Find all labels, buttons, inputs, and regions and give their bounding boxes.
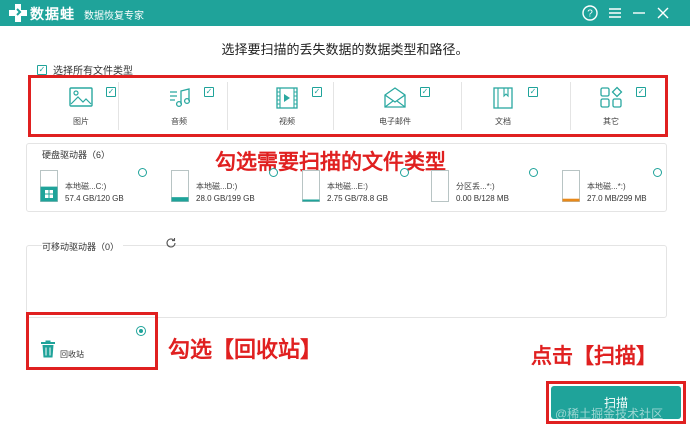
file-type-documents-label: 文档 [495, 117, 511, 126]
drive-radio[interactable] [529, 168, 538, 177]
app-logo-icon [9, 4, 27, 22]
drive-size: 27.0 MB/299 MB [587, 194, 647, 203]
drive-size: 0.00 B/128 MB [456, 194, 509, 203]
drive-name: 本地磁...D:) [196, 182, 238, 191]
drive-icon [431, 170, 449, 202]
drive-usage-fill [171, 197, 189, 202]
drive-size: 2.75 GB/78.8 GB [327, 194, 388, 203]
drive-item[interactable]: 分区丢...*:) 0.00 B/128 MB [431, 168, 561, 208]
file-type-other-checkbox[interactable]: ✓ [636, 87, 646, 97]
file-type-video[interactable]: ✓ 视频 [246, 80, 341, 130]
annotation-click-scan: 点击【扫描】 [531, 345, 657, 368]
file-type-video-label: 视频 [279, 117, 295, 126]
drive-size: 28.0 GB/199 GB [196, 194, 255, 203]
file-type-images[interactable]: ✓ 图片 [40, 80, 135, 130]
file-type-email[interactable]: ✓ 电子邮件 [354, 80, 449, 130]
video-icon [276, 87, 298, 109]
trash-icon[interactable] [40, 340, 56, 358]
drive-item[interactable]: 本地磁...D:) 28.0 GB/199 GB [171, 168, 301, 208]
file-type-audio[interactable]: ✓ 音频 [138, 80, 233, 130]
file-type-video-checkbox[interactable]: ✓ [312, 87, 322, 97]
recycle-bin-label[interactable]: 回收站 [60, 349, 84, 360]
page-heading: 选择要扫描的丢失数据的数据类型和路径。 [221, 42, 469, 57]
drive-radio[interactable] [138, 168, 147, 177]
menu-icon[interactable] [606, 4, 624, 22]
file-type-other-label: 其它 [603, 117, 619, 126]
drive-usage-fill [40, 186, 58, 202]
refresh-icon[interactable] [165, 237, 177, 249]
file-type-audio-checkbox[interactable]: ✓ [204, 87, 214, 97]
document-icon [493, 87, 513, 109]
annotation-select-recycle: 勾选【回收站】 [168, 337, 323, 362]
hard-drives-title: 硬盘驱动器（6） [42, 150, 111, 160]
file-type-documents[interactable]: ✓ 文档 [462, 80, 557, 130]
file-type-other[interactable]: ✓ 其它 [570, 80, 665, 130]
file-type-images-label: 图片 [73, 117, 89, 126]
watermark: @稀土掘金技术社区 [555, 407, 664, 421]
drive-icon [40, 170, 58, 202]
close-icon[interactable] [654, 4, 672, 22]
drive-radio[interactable] [400, 168, 409, 177]
minimize-icon[interactable] [630, 4, 648, 22]
other-icon [600, 86, 623, 108]
file-type-email-checkbox[interactable]: ✓ [420, 87, 430, 97]
drive-name: 本地磁...*:) [587, 182, 626, 191]
file-type-audio-label: 音频 [171, 117, 187, 126]
help-icon[interactable]: ? [581, 4, 599, 22]
drive-name: 本地磁...C:) [65, 182, 107, 191]
audio-icon [170, 88, 191, 108]
removable-drives-title: 可移动驱动器（0） [42, 240, 124, 253]
drive-item[interactable]: 本地磁...*:) 27.0 MB/299 MB [562, 168, 690, 208]
help-glyph: ? [587, 9, 593, 20]
app-subtitle: 数据恢复专家 [84, 11, 144, 22]
file-type-documents-checkbox[interactable]: ✓ [528, 87, 538, 97]
drive-name: 分区丢...*:) [456, 182, 495, 191]
drive-icon [302, 170, 320, 202]
app-name: 数据蛙 [30, 6, 75, 22]
image-icon [69, 87, 93, 107]
select-all-check-icon[interactable]: ✓ [37, 64, 47, 75]
drive-icon [171, 170, 189, 202]
drive-size: 57.4 GB/120 GB [65, 194, 124, 203]
title-bar: 数据蛙 数据恢复专家 ? [0, 0, 690, 26]
divider [333, 82, 334, 130]
drive-radio[interactable] [653, 168, 662, 177]
drive-usage-fill [302, 199, 320, 202]
drive-icon [562, 170, 580, 202]
file-type-email-label: 电子邮件 [379, 117, 411, 126]
drive-item[interactable]: 本地磁...C:) 57.4 GB/120 GB [40, 168, 170, 208]
divider [118, 82, 119, 130]
drive-item[interactable]: 本地磁...E:) 2.75 GB/78.8 GB [302, 168, 432, 208]
drive-radio[interactable] [269, 168, 278, 177]
file-type-images-checkbox[interactable]: ✓ [106, 87, 116, 97]
divider [227, 82, 228, 130]
recycle-bin-radio[interactable] [136, 326, 146, 336]
drive-name: 本地磁...E:) [327, 182, 368, 191]
email-icon [384, 87, 406, 108]
removable-drives-panel [26, 245, 667, 318]
drive-usage-fill [562, 198, 580, 202]
